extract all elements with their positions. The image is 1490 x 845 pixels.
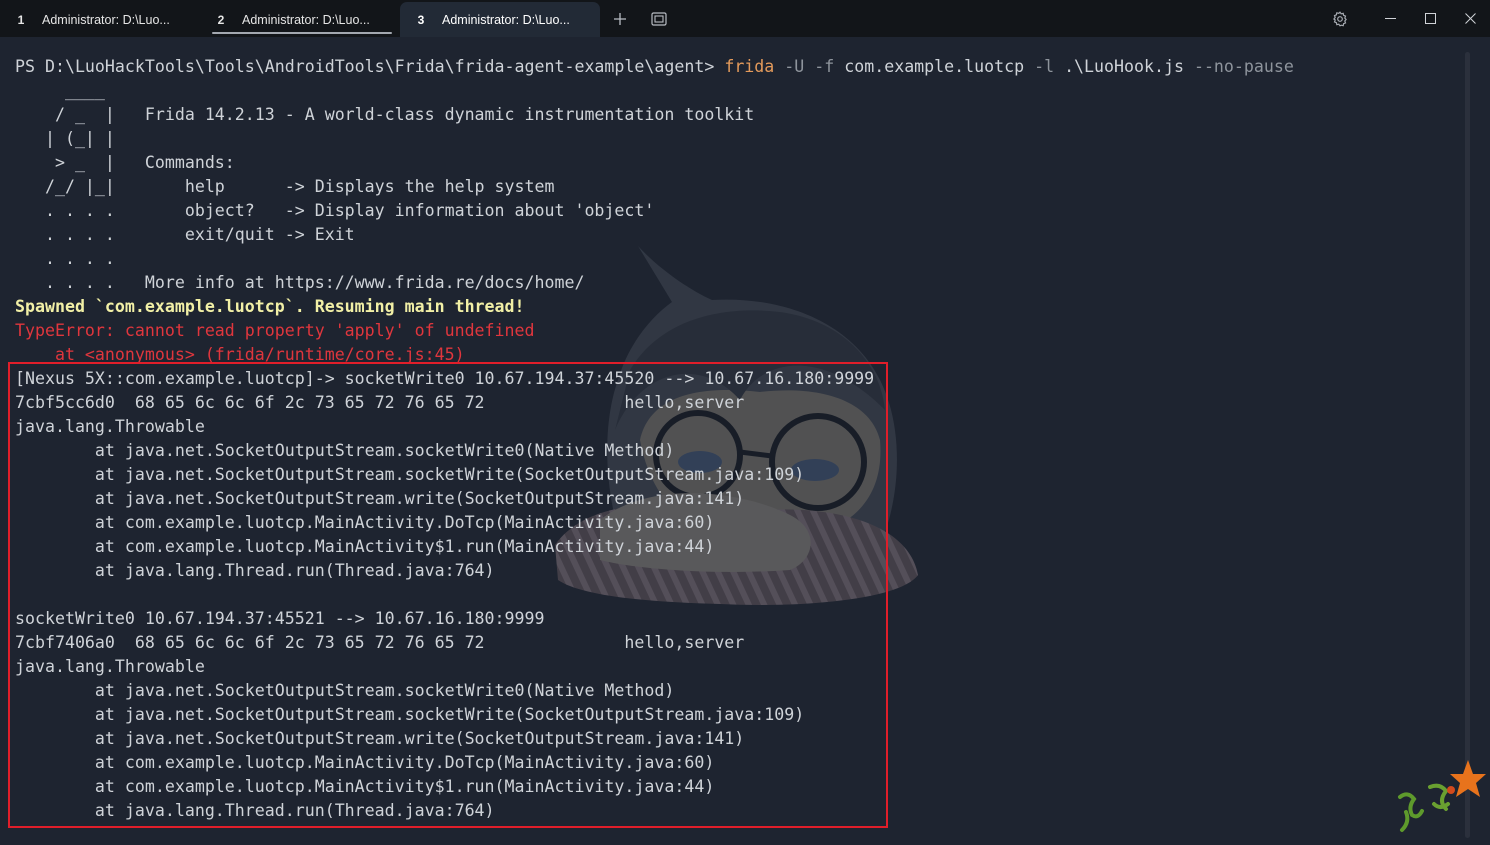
command-name: frida	[724, 57, 775, 76]
tab-title: Administrator: D:\Luo...	[42, 12, 170, 27]
socket-write-line: socketWrite0 10.67.194.37:45521 --> 10.6…	[15, 609, 545, 628]
scrollbar[interactable]	[1465, 52, 1470, 838]
terminal-output: PS D:\LuoHackTools\Tools\AndroidTools\Fr…	[15, 55, 1294, 823]
command-flag: --no-pause	[1193, 57, 1294, 76]
banner-line: /_/ |_| help -> Displays the help system	[15, 177, 555, 196]
close-button[interactable]	[1450, 0, 1490, 37]
spawned-message: Spawned `com.example.luotcp`. Resuming m…	[15, 297, 525, 316]
new-tab-button[interactable]	[604, 0, 636, 37]
stack-frame-line: at java.lang.Thread.run(Thread.java:764)	[15, 561, 495, 580]
tab-bar: 1 Administrator: D:\Luo... 2 Administrat…	[0, 0, 1490, 37]
banner-line: . . . . exit/quit -> Exit	[15, 225, 355, 244]
banner-line: | (_| |	[15, 129, 115, 148]
plus-icon	[614, 12, 626, 25]
tab-number: 2	[217, 12, 225, 27]
banner-line: . . . . object? -> Display information a…	[15, 201, 655, 220]
hexdump-line: 7cbf5cc6d0 68 65 6c 6c 6f 2c 73 65 72 76…	[15, 393, 745, 412]
stack-frame-line: at java.net.SocketOutputStream.socketWri…	[15, 441, 675, 460]
stack-frame-line: at com.example.luotcp.MainActivity.DoTcp…	[15, 753, 715, 772]
settings-button[interactable]	[1320, 0, 1360, 37]
command-flag: -f	[814, 57, 835, 76]
stack-frame-line: at java.net.SocketOutputStream.write(Soc…	[15, 489, 745, 508]
banner-line: . . . . More info at https://www.frida.r…	[15, 273, 585, 292]
stack-frame-line: at java.net.SocketOutputStream.socketWri…	[15, 705, 805, 724]
tab-number: 3	[417, 12, 425, 27]
tab-menu-button[interactable]	[643, 0, 675, 37]
window-icon	[651, 11, 667, 26]
tab-1[interactable]: 1 Administrator: D:\Luo...	[0, 2, 200, 37]
command-argument: com.example.luotcp	[844, 57, 1025, 76]
exception-line: java.lang.Throwable	[15, 417, 205, 436]
maximize-icon	[1424, 13, 1436, 24]
exception-line: java.lang.Throwable	[15, 657, 205, 676]
minimize-icon	[1384, 18, 1396, 19]
stack-frame-line: at com.example.luotcp.MainActivity.DoTcp…	[15, 513, 715, 532]
banner-line: / _ | Frida 14.2.13 - A world-class dyna…	[15, 105, 755, 124]
close-icon	[1464, 13, 1476, 24]
terminal-window: 1 Administrator: D:\Luo... 2 Administrat…	[0, 0, 1490, 845]
error-message: TypeError: cannot read property 'apply' …	[15, 321, 535, 340]
stack-frame-line: at com.example.luotcp.MainActivity$1.run…	[15, 777, 715, 796]
tab-title: Administrator: D:\Luo...	[442, 12, 570, 27]
hexdump-line: 7cbf7406a0 68 65 6c 6c 6f 2c 73 65 72 76…	[15, 633, 745, 652]
stack-frame-line: at java.net.SocketOutputStream.socketWri…	[15, 465, 805, 484]
tab-title: Administrator: D:\Luo...	[242, 12, 370, 27]
stack-frame-line: at java.net.SocketOutputStream.socketWri…	[15, 681, 675, 700]
banner-line: . . . .	[15, 249, 115, 268]
command-argument: .\LuoHook.js	[1064, 57, 1184, 76]
stack-frame-line: at com.example.luotcp.MainActivity$1.run…	[15, 537, 715, 556]
prompt-path: PS D:\LuoHackTools\Tools\AndroidTools\Fr…	[15, 57, 715, 76]
gear-icon	[1333, 10, 1347, 27]
command-flag: -U	[784, 57, 805, 76]
watermark-logo	[1398, 760, 1486, 832]
banner-line: > _ | Commands:	[15, 153, 235, 172]
tab-3[interactable]: 3 Administrator: D:\Luo...	[400, 2, 600, 37]
maximize-button[interactable]	[1410, 0, 1450, 37]
tab-number: 1	[17, 12, 25, 27]
prompt-line: PS D:\LuoHackTools\Tools\AndroidTools\Fr…	[15, 55, 1294, 79]
error-location: at <anonymous> (frida/runtime/core.js:45…	[15, 345, 465, 364]
stack-frame-line: at java.lang.Thread.run(Thread.java:764)	[15, 801, 495, 820]
tab-hover-indicator	[212, 32, 392, 34]
stack-frame-line: at java.net.SocketOutputStream.write(Soc…	[15, 729, 745, 748]
command-flag: -l	[1034, 57, 1055, 76]
socket-write-line: [Nexus 5X::com.example.luotcp]-> socketW…	[15, 369, 875, 388]
minimize-button[interactable]	[1370, 0, 1410, 37]
banner-line: ____	[15, 81, 105, 100]
